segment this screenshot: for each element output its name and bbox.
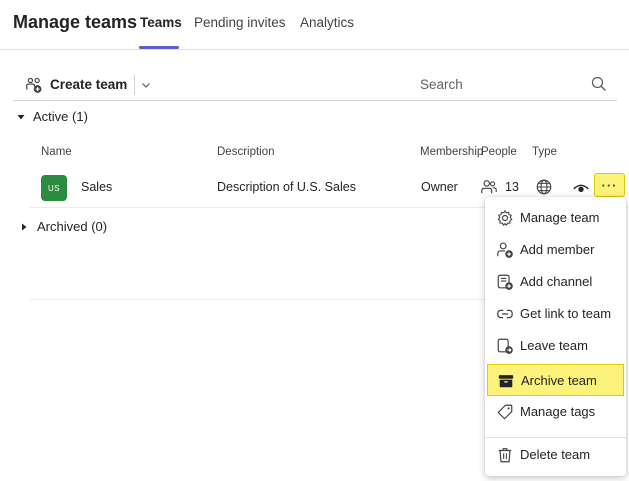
- column-header-type[interactable]: Type: [532, 146, 557, 158]
- menu-item-archive-team[interactable]: Archive team: [487, 364, 624, 396]
- archive-icon: [498, 375, 514, 388]
- add-person-icon: [497, 242, 513, 258]
- menu-item-label: Manage tags: [520, 404, 596, 419]
- tag-icon: [497, 404, 513, 420]
- caret-down-icon: [17, 114, 25, 119]
- active-tab-indicator: [139, 46, 179, 49]
- menu-item-label: Add member: [520, 242, 595, 257]
- column-header-description[interactable]: Description: [217, 146, 275, 158]
- more-options-button[interactable]: ···: [594, 173, 625, 197]
- create-team-label: Create team: [50, 77, 128, 92]
- team-name[interactable]: Sales: [81, 180, 112, 194]
- team-membership: Owner: [421, 180, 458, 194]
- archived-group-label: Archived (0): [37, 219, 108, 234]
- menu-item-add-channel[interactable]: Add channel: [485, 266, 626, 298]
- trash-icon: [498, 448, 512, 463]
- eye-icon[interactable]: [572, 179, 590, 197]
- tab-pending-invites[interactable]: Pending invites: [194, 15, 286, 30]
- divider: [30, 299, 485, 300]
- team-people-count: 13: [505, 180, 519, 194]
- menu-separator: [485, 437, 626, 438]
- search-icon[interactable]: [591, 76, 607, 92]
- tab-analytics[interactable]: Analytics: [300, 15, 354, 30]
- toolbar: Create team Search: [13, 70, 617, 101]
- people-icon: [481, 180, 497, 194]
- leave-icon: [497, 338, 513, 354]
- team-description: Description of U.S. Sales: [217, 180, 356, 194]
- column-header-name[interactable]: Name: [41, 146, 72, 158]
- archived-group-toggle[interactable]: Archived (0): [19, 219, 107, 234]
- menu-item-manage-tags[interactable]: Manage tags: [485, 396, 626, 428]
- menu-item-delete-team[interactable]: Delete team: [485, 439, 626, 471]
- add-channel-icon: [497, 274, 513, 290]
- menu-item-label: Leave team: [520, 338, 588, 353]
- menu-item-manage-team[interactable]: Manage team: [485, 202, 626, 234]
- caret-right-icon: [22, 223, 27, 230]
- split-button-divider: [134, 75, 135, 95]
- menu-item-label: Manage team: [520, 210, 600, 225]
- create-team-icon: [26, 77, 42, 93]
- menu-item-label: Get link to team: [520, 306, 612, 321]
- column-header-membership[interactable]: Membership: [420, 146, 482, 158]
- page-header: Manage teams Teams Pending invites Analy…: [0, 0, 629, 50]
- team-avatar: US: [41, 175, 67, 201]
- link-icon: [497, 309, 513, 319]
- tab-teams[interactable]: Teams: [140, 15, 182, 30]
- menu-item-label: Archive team: [521, 373, 597, 388]
- menu-item-label: Add channel: [520, 274, 593, 289]
- menu-item-get-link[interactable]: Get link to team: [485, 298, 626, 330]
- gear-icon: [497, 210, 513, 226]
- active-group-toggle[interactable]: Active (1): [16, 109, 88, 124]
- chevron-down-icon[interactable]: [139, 78, 153, 92]
- globe-icon: [536, 179, 552, 195]
- search-input[interactable]: Search: [420, 77, 463, 92]
- page-title: Manage teams: [13, 12, 138, 32]
- menu-item-label: Delete team: [520, 447, 591, 462]
- team-options-menu: Manage team Add member Add channel Get l…: [485, 197, 626, 476]
- column-header-people[interactable]: People: [481, 146, 517, 158]
- menu-item-leave-team[interactable]: Leave team: [485, 330, 626, 362]
- active-group-label: Active (1): [33, 109, 88, 124]
- menu-item-add-member[interactable]: Add member: [485, 234, 626, 266]
- create-team-button[interactable]: Create team: [13, 70, 134, 100]
